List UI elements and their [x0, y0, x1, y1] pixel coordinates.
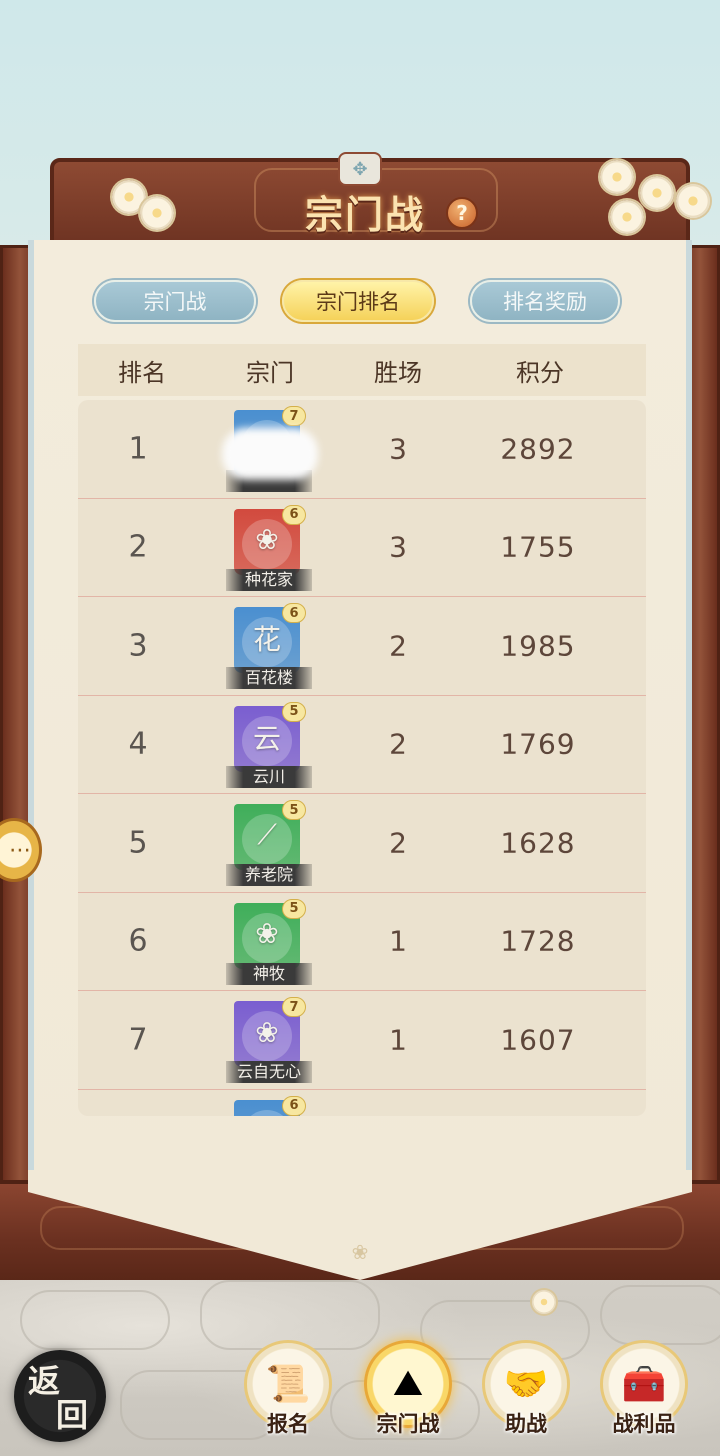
- nav-sect-war[interactable]: ⛰ 宗门战: [358, 1338, 458, 1450]
- lotus-ornament-icon: ❀: [351, 1240, 369, 1264]
- wins-cell: 3: [389, 530, 407, 564]
- column-header-points: 积分: [516, 358, 564, 387]
- sect-name: 种花家: [226, 568, 312, 591]
- rank-cell: 6: [128, 923, 148, 959]
- sect-name: 云自无心: [226, 1061, 312, 1083]
- tab-sect-ranking[interactable]: 宗门排名: [282, 280, 434, 322]
- table-header: 排名 宗门 胜场 积分: [78, 344, 646, 396]
- sect-level-badge: 6: [282, 603, 306, 623]
- nav-loot[interactable]: 🧰 战利品: [594, 1338, 694, 1450]
- sect-level-badge: 5: [282, 701, 306, 722]
- sect-banner[interactable]: 6: [226, 1095, 312, 1116]
- table-row[interactable]: 2 ❀ 6 种花家 3 1755: [78, 499, 646, 597]
- wins-cell: 2: [389, 629, 407, 663]
- tab-sect-war[interactable]: 宗门战: [94, 280, 256, 322]
- sect-name: 养老院: [226, 864, 312, 886]
- table-row[interactable]: 7 ❀ 7 云自无心 1 1607: [78, 991, 646, 1090]
- sect-banner[interactable]: 7: [222, 406, 318, 492]
- sect-banner[interactable]: 云 5 云川: [226, 701, 312, 788]
- sect-banner[interactable]: ❀ 7 云自无心: [226, 997, 312, 1083]
- rank-cell: 3: [128, 628, 148, 664]
- points-cell: 1607: [500, 1023, 576, 1057]
- wins-cell: 2: [389, 826, 407, 860]
- column-header-sect: 宗门: [246, 358, 294, 387]
- table-row[interactable]: 4 云 5 云川 2 1769: [78, 696, 646, 794]
- wins-cell: 3: [389, 432, 407, 466]
- lotus-icon: ❀: [255, 1015, 279, 1049]
- blossom-decoration: [600, 160, 634, 194]
- wins-cell: 1: [389, 924, 407, 958]
- redaction-blur: [222, 428, 318, 480]
- sect-level-badge: 7: [282, 997, 306, 1017]
- points-cell: 1985: [500, 629, 576, 663]
- question-icon[interactable]: ?: [446, 197, 478, 229]
- table-row[interactable]: 3 花 6 百花楼 2 1985: [78, 597, 646, 696]
- column-header-rank: 排名: [118, 358, 166, 387]
- sect-banner[interactable]: ❀ 6 种花家: [226, 504, 312, 591]
- rank-cell: 2: [128, 529, 148, 565]
- table-row[interactable]: 5 ⟋ 5 养老院 2 1628: [78, 794, 646, 893]
- blossom-decoration: [532, 1290, 556, 1314]
- wins-cell: 1: [389, 1023, 407, 1057]
- blossom-decoration: [640, 176, 674, 210]
- rank-cell: 5: [128, 825, 148, 861]
- sect-level-badge: 5: [282, 898, 306, 919]
- sect-level-badge: 6: [282, 1095, 306, 1116]
- blossom-decoration: [676, 184, 710, 218]
- table-row[interactable]: 1 7 3 2892: [78, 400, 646, 499]
- blossom-decoration: [610, 200, 644, 234]
- lotus-icon: ❀: [255, 917, 279, 950]
- sect-glyph: 花: [252, 623, 281, 656]
- nav-assist[interactable]: 🤝 助战: [476, 1338, 576, 1450]
- page-title: 宗门战: [304, 191, 425, 237]
- sect-glyph: 云: [252, 721, 281, 755]
- sect-banner[interactable]: 花 6 百花楼: [226, 603, 312, 689]
- sect-level-badge: 5: [282, 800, 306, 820]
- rank-cell: 1: [128, 431, 148, 467]
- rank-cell: 7: [128, 1022, 148, 1058]
- points-cell: 1755: [500, 530, 576, 564]
- sect-level-badge: 7: [282, 406, 306, 426]
- table-row[interactable]: 6: [78, 1090, 646, 1116]
- points-cell: 1769: [500, 727, 576, 761]
- table-row[interactable]: 6 ❀ 5 神牧 1 1728: [78, 893, 646, 991]
- points-cell: 2892: [500, 432, 576, 466]
- blossom-decoration: [140, 196, 174, 230]
- sect-banner[interactable]: ❀ 5 神牧: [226, 898, 312, 985]
- sect-level-badge: 6: [282, 504, 306, 525]
- points-cell: 1628: [500, 826, 576, 860]
- wins-cell: 2: [389, 727, 407, 761]
- sect-name: 云川: [226, 765, 312, 788]
- sect-banner[interactable]: ⟋ 5 养老院: [226, 800, 312, 886]
- column-header-wins: 胜场: [374, 358, 422, 387]
- lotus-icon: ❀: [255, 523, 279, 556]
- sickle-icon: ⟋: [257, 818, 277, 851]
- rank-cell: 4: [128, 726, 148, 762]
- back-button[interactable]: 返 回: [14, 1350, 106, 1442]
- sect-name: 神牧: [226, 962, 312, 985]
- nav-signup[interactable]: 📜 报名: [238, 1338, 338, 1450]
- points-cell: 1728: [500, 924, 576, 958]
- ranking-table[interactable]: 1 7 3 2892 2 ❀ 6 种花家 3 1755 3 花 6 百花楼 2 1985 4 云 5 云川 2 1769 5…: [78, 400, 646, 1116]
- tab-rank-rewards[interactable]: 排名奖励: [470, 280, 620, 322]
- sect-name: 百花楼: [226, 667, 312, 689]
